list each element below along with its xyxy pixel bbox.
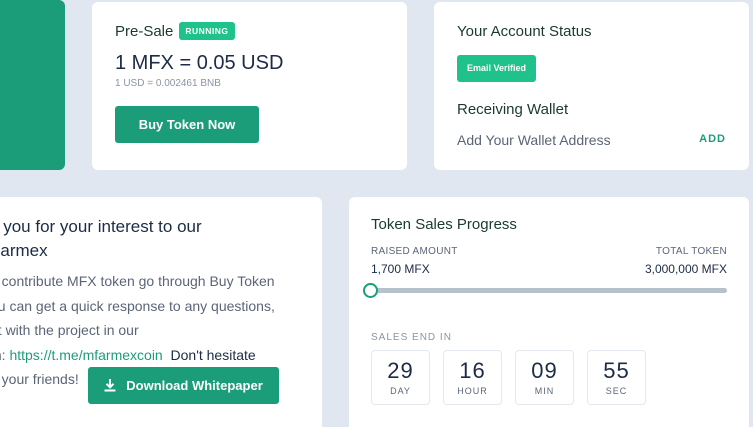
add-wallet-link[interactable]: ADD [699,133,726,145]
status-badge: RUNNING [179,22,235,40]
countdown-value: 16 [459,358,486,383]
side-accent-panel [0,0,65,170]
progress-track [371,288,727,293]
countdown-unit: SEC [605,386,628,396]
countdown-value: 55 [603,358,630,383]
account-status-card: Your Account Status Email Verified Recei… [434,2,749,170]
countdown-hours: 16 HOUR [443,350,502,405]
thanks-heading-line: k you for your interest to our [0,217,202,236]
email-verified-badge: Email Verified [457,55,537,82]
thanks-body-suffix: Don't hesitate [170,346,256,363]
download-whitepaper-label: Download Whitepaper [126,378,263,393]
thanks-body-line: ou can get a quick response to any quest… [0,297,275,314]
thanks-body-line: m: https://t.me/mfarmexcoin Don't hesita… [0,343,275,368]
buy-token-button[interactable]: Buy Token Now [115,106,259,143]
thanks-heading: k you for your interest to our Farmex [0,215,202,263]
total-token-label: TOTAL TOKEN [655,246,727,257]
token-progress-card: Token Sales Progress RAISED AMOUNT 1,700… [349,197,749,427]
price-conversion: 1 USD = 0.002461 BNB [115,78,221,89]
thanks-heading-line: Farmex [0,241,48,260]
raised-amount-value: 1,700 MFX [371,262,430,276]
countdown-days: 29 DAY [371,350,430,405]
presale-card: Pre-Sale RUNNING 1 MFX = 0.05 USD 1 USD … [92,2,407,170]
countdown-unit: DAY [390,386,411,396]
thanks-body-line: at with the project in our [0,322,139,338]
progress-indicator [363,283,378,298]
total-token-value: 3,000,000 MFX [644,262,727,276]
countdown-minutes: 09 MIN [515,350,574,405]
countdown-seconds: 55 SEC [587,350,646,405]
download-icon [104,379,116,392]
token-price: 1 MFX = 0.05 USD [115,52,284,74]
thanks-body-line: n contribute MFX token go through Buy To… [0,273,275,289]
wallet-address-prompt: Add Your Wallet Address [457,132,611,148]
progress-title: Token Sales Progress [371,216,517,233]
countdown-unit: HOUR [457,386,488,396]
download-whitepaper-button[interactable]: Download Whitepaper [88,367,279,404]
sales-end-label: SALES END IN [371,332,452,343]
raised-amount-label: RAISED AMOUNT [371,246,458,257]
countdown-unit: MIN [534,386,555,396]
countdown-value: 29 [387,358,414,383]
receiving-wallet-title: Receiving Wallet [457,101,569,118]
account-status-title: Your Account Status [457,23,592,40]
presale-header: Pre-Sale RUNNING [115,22,235,40]
thanks-card: k you for your interest to our Farmex n … [0,197,322,427]
presale-title: Pre-Sale [115,22,174,40]
countdown-value: 09 [531,358,558,383]
telegram-link[interactable]: https://t.me/mfarmexcoin [9,347,162,363]
